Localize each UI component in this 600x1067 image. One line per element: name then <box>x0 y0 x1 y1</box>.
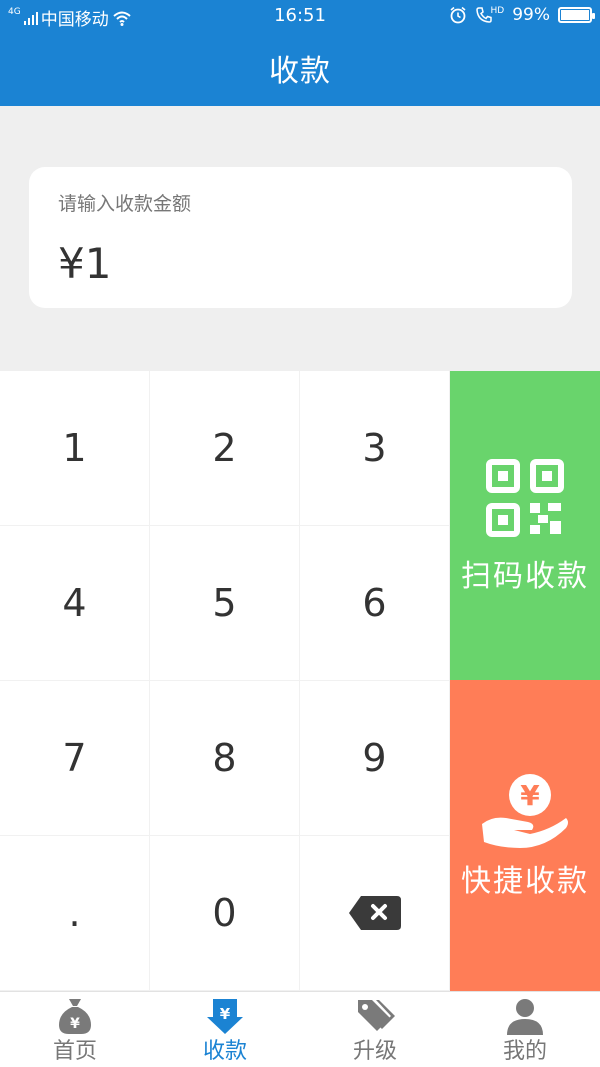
tab-home[interactable]: ¥ 首页 <box>0 992 150 1067</box>
backspace-icon <box>348 896 401 930</box>
scan-pay-label: 扫码收款 <box>461 559 589 594</box>
yuan-down-arrow-icon: ¥ <box>207 999 243 1034</box>
scan-pay-button[interactable]: 扫码收款 <box>450 371 600 680</box>
battery-fill <box>561 10 589 20</box>
key-9[interactable]: 9 <box>300 681 450 836</box>
amount-label: 请输入收款金额 <box>58 193 192 215</box>
key-dot[interactable]: . <box>0 836 150 991</box>
hand-yuan-icon: ¥ <box>482 774 568 848</box>
key-7[interactable]: 7 <box>0 681 150 836</box>
key-5[interactable]: 5 <box>150 526 300 681</box>
tab-upgrade-label: 升级 <box>352 1039 397 1064</box>
status-bar: 4G 中国移动 16:51 HD 99% <box>0 0 600 32</box>
qr-code-icon <box>486 459 564 537</box>
page-title: 收款 <box>269 54 331 89</box>
quick-pay-button[interactable]: ¥ 快捷收款 <box>450 680 600 991</box>
user-icon <box>507 999 543 1035</box>
svg-text:¥: ¥ <box>70 1016 80 1032</box>
hd-call-indicator: HD <box>475 6 505 24</box>
key-0[interactable]: 0 <box>150 836 300 991</box>
key-2[interactable]: 2 <box>150 371 300 526</box>
quick-pay-label: 快捷收款 <box>461 864 589 899</box>
amount-card[interactable]: 请输入收款金额 ¥1 <box>29 167 572 308</box>
status-right: HD 99% <box>449 5 595 25</box>
money-bag-icon: ¥ <box>59 999 91 1034</box>
alarm-icon <box>449 6 466 24</box>
key-4[interactable]: 4 <box>0 526 150 681</box>
battery-percent: 99% <box>512 5 550 25</box>
tab-collect[interactable]: ¥ 收款 <box>150 992 300 1067</box>
key-6[interactable]: 6 <box>300 526 450 681</box>
tags-icon <box>358 1000 395 1031</box>
amount-value: ¥1 <box>58 239 112 288</box>
bottom-tab-bar: ¥ 首页 ¥ 收款 升级 我的 <box>0 991 600 1067</box>
key-8[interactable]: 8 <box>150 681 300 836</box>
app-header: 4G 中国移动 16:51 HD 99% 收款 <box>0 0 600 106</box>
tab-profile-label: 我的 <box>502 1039 547 1064</box>
hd-label: HD <box>490 6 505 16</box>
key-3[interactable]: 3 <box>300 371 450 526</box>
delete-key[interactable] <box>300 836 450 991</box>
tab-upgrade[interactable]: 升级 <box>300 992 450 1067</box>
battery-icon <box>558 7 595 23</box>
tab-profile[interactable]: 我的 <box>450 992 600 1067</box>
tab-collect-label: 收款 <box>202 1039 247 1064</box>
tab-home-label: 首页 <box>52 1039 97 1064</box>
keypad: 1 2 3 4 5 6 7 8 9 . 0 <box>0 371 450 991</box>
svg-text:¥: ¥ <box>520 779 540 812</box>
svg-text:¥: ¥ <box>220 1005 231 1023</box>
key-1[interactable]: 1 <box>0 371 150 526</box>
